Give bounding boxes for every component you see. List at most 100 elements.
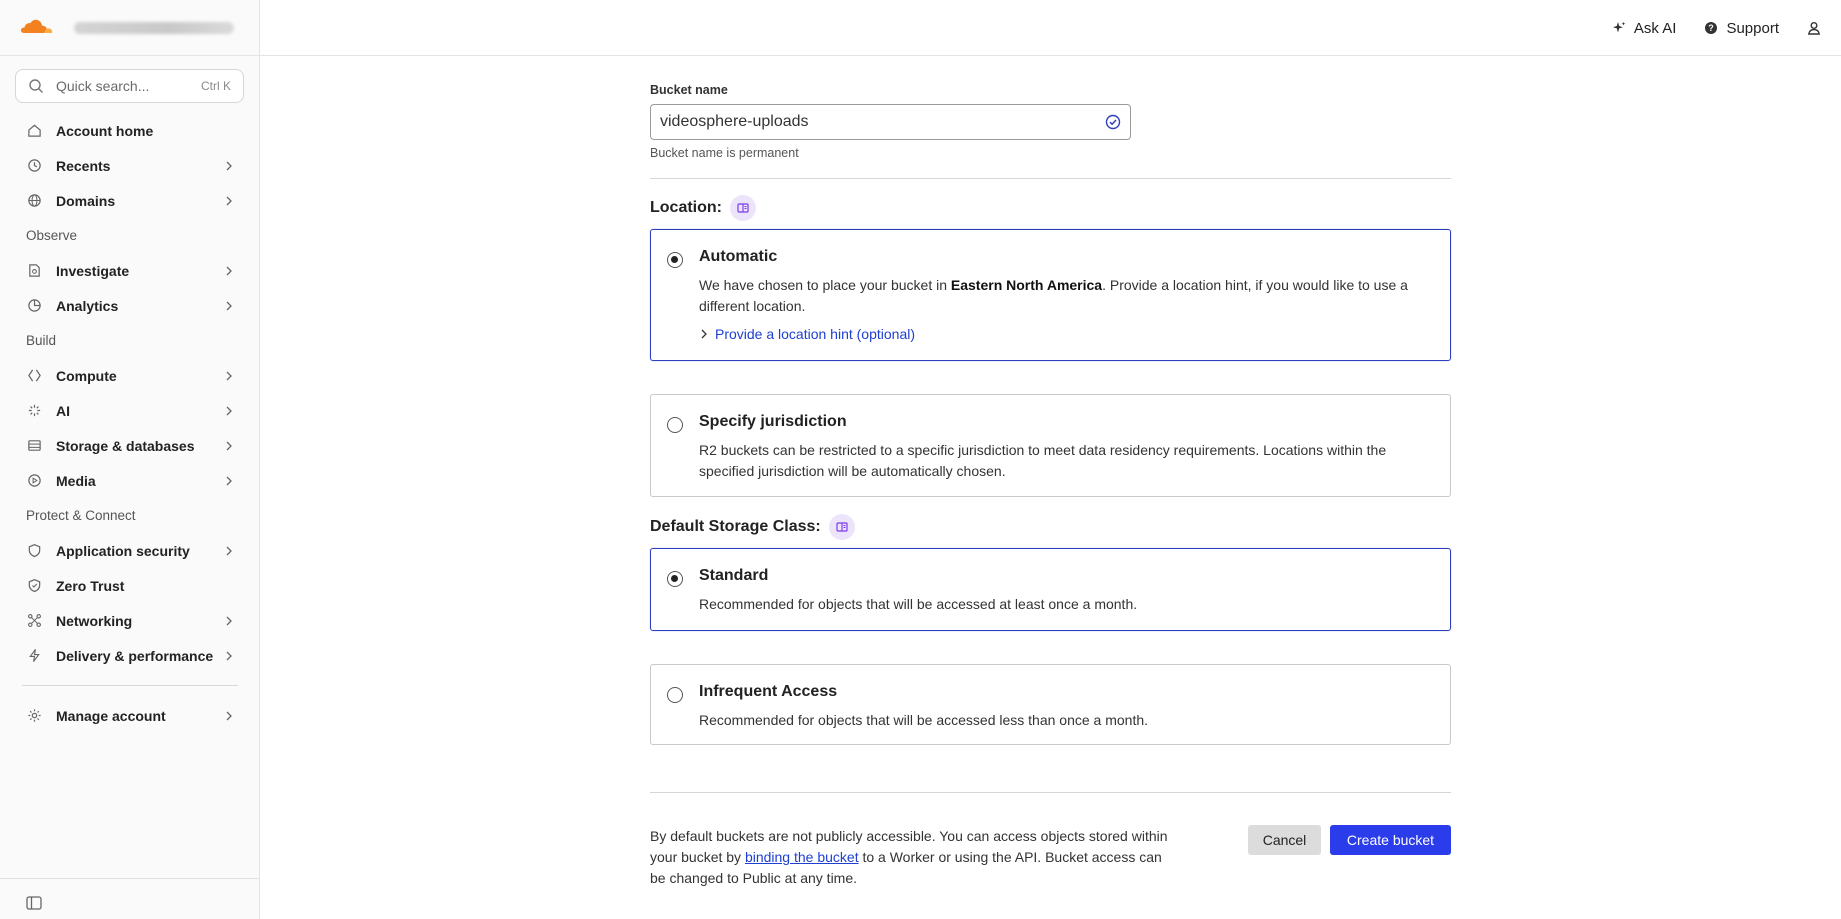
sidebar-item-networking[interactable]: Networking [0,603,260,638]
chevron-right-icon [226,301,232,310]
sparkle-icon [1612,21,1626,33]
access-notice: By default buckets are not publicly acce… [650,828,1168,886]
sidebar-item-label: Media [56,472,96,489]
location-automatic-option[interactable]: Automatic We have chosen to place your b… [650,229,1451,361]
sidebar-item-media[interactable]: Media [0,463,260,498]
docs-icon[interactable] [730,195,756,221]
divider [650,792,1451,793]
top-actions: Ask AI ? Support [1612,0,1821,56]
support-label: Support [1726,19,1779,37]
quick-search[interactable]: Quick search... Ctrl K [15,69,244,103]
section-heading-build: Build [26,333,57,348]
section-heading-observe: Observe [26,228,78,243]
location-section-title: Location: [650,195,756,221]
cloudflare-logo-icon[interactable] [18,17,54,39]
sidebar-divider [22,685,238,686]
standard-description: Recommended for objects that will be acc… [699,596,1138,612]
binding-bucket-link[interactable]: binding the bucket [745,849,859,865]
sidebar-item-label: AI [56,402,70,419]
shield-check-icon [26,578,42,594]
storage-class-section-title: Default Storage Class: [650,514,855,540]
user-icon [1807,22,1821,35]
sidebar-item-manage-account[interactable]: Manage account [0,698,260,733]
chevron-right-icon [226,441,232,450]
chevron-right-icon [226,196,232,205]
sidebar-item-ai[interactable]: AI [0,393,260,428]
sidebar-item-analytics[interactable]: Analytics [0,288,260,323]
sidebar-item-application-security[interactable]: Application security [0,533,260,568]
sidebar-item-label: Delivery & performance [56,647,214,664]
sidebar-item-label: Networking [56,612,133,629]
chevron-right-icon [701,329,707,339]
chevron-right-icon [226,406,232,415]
bucket-name-value: videosphere-uploads [660,113,809,130]
chevron-right-icon [226,616,232,625]
sidebar-toggle-icon[interactable] [26,896,42,910]
sidebar-item-account-home[interactable]: Account home [0,113,260,148]
docs-icon[interactable] [828,514,855,540]
clock-icon [26,158,42,174]
sidebar-item-label: Zero Trust [56,577,125,594]
sidebar-item-delivery-performance[interactable]: Delivery & performance [0,638,260,673]
jurisdiction-title: Specify jurisdiction [699,413,847,430]
chevron-right-icon [226,266,232,275]
standard-radio[interactable] [667,571,683,587]
ask-ai-label: Ask AI [1633,19,1677,37]
sidebar-item-label: Manage account [56,707,166,724]
cancel-button[interactable]: Cancel [1248,825,1321,855]
divider [650,178,1451,179]
user-menu-button[interactable] [1807,21,1821,35]
svg-text:?: ? [1709,23,1715,33]
chevron-right-icon [226,711,232,720]
sidebar: Quick search... Ctrl K Account home Rece… [0,0,260,919]
create-bucket-button[interactable]: Create bucket [1330,825,1451,855]
sidebar-item-zero-trust[interactable]: Zero Trust [0,568,260,603]
home-icon [26,123,42,139]
brand-bar [0,0,259,56]
location-jurisdiction-option[interactable]: Specify jurisdiction R2 buckets can be r… [650,394,1451,497]
chevron-right-icon [226,651,232,660]
standard-title: Standard [699,567,769,584]
sidebar-item-recents[interactable]: Recents [0,148,260,183]
investigate-icon [26,263,42,279]
location-title: Location: [650,199,722,216]
sidebar-item-label: Investigate [56,262,130,279]
location-hint-link[interactable]: Provide a location hint (optional) [699,326,915,342]
bucket-name-label: Bucket name [650,83,728,97]
play-icon [26,473,42,489]
pie-chart-icon [26,298,42,314]
jurisdiction-radio[interactable] [667,417,683,433]
sidebar-item-label: Domains [56,192,116,209]
chevron-right-icon [226,161,232,170]
sidebar-item-label: Application security [56,542,190,559]
network-icon [26,613,42,629]
shield-icon [26,543,42,559]
location-hint-label: Provide a location hint (optional) [715,326,916,342]
search-icon [29,79,43,93]
automatic-radio[interactable] [667,252,683,268]
automatic-title: Automatic [699,248,778,265]
account-email-blurred[interactable] [74,21,234,34]
ask-ai-button[interactable]: Ask AI [1612,19,1677,37]
search-placeholder: Quick search... [56,78,150,94]
infrequent-description: Recommended for objects that will be acc… [699,712,1149,728]
sidebar-nav: Account home Recents Domains Observe Inv… [0,113,260,733]
storage-standard-option[interactable]: Standard Recommended for objects that wi… [650,548,1451,631]
sidebar-item-investigate[interactable]: Investigate [0,253,260,288]
infrequent-title: Infrequent Access [699,683,838,700]
support-button[interactable]: ? Support [1704,20,1779,37]
chevron-right-icon [226,546,232,555]
lightning-icon [26,648,42,664]
automatic-description: We have chosen to place your bucket in E… [699,277,1408,314]
compute-icon [26,368,42,384]
infrequent-radio[interactable] [667,687,683,703]
sidebar-item-storage-databases[interactable]: Storage & databases [0,428,260,463]
storage-infrequent-option[interactable]: Infrequent Access Recommended for object… [650,664,1451,745]
sidebar-item-compute[interactable]: Compute [0,358,260,393]
sidebar-item-domains[interactable]: Domains [0,183,260,218]
sidebar-item-label: Account home [56,122,154,139]
help-icon: ? [1705,22,1718,34]
check-circle-icon [1105,114,1121,130]
search-shortcut: Ctrl K [201,79,231,93]
bucket-name-input[interactable]: videosphere-uploads [650,104,1131,140]
